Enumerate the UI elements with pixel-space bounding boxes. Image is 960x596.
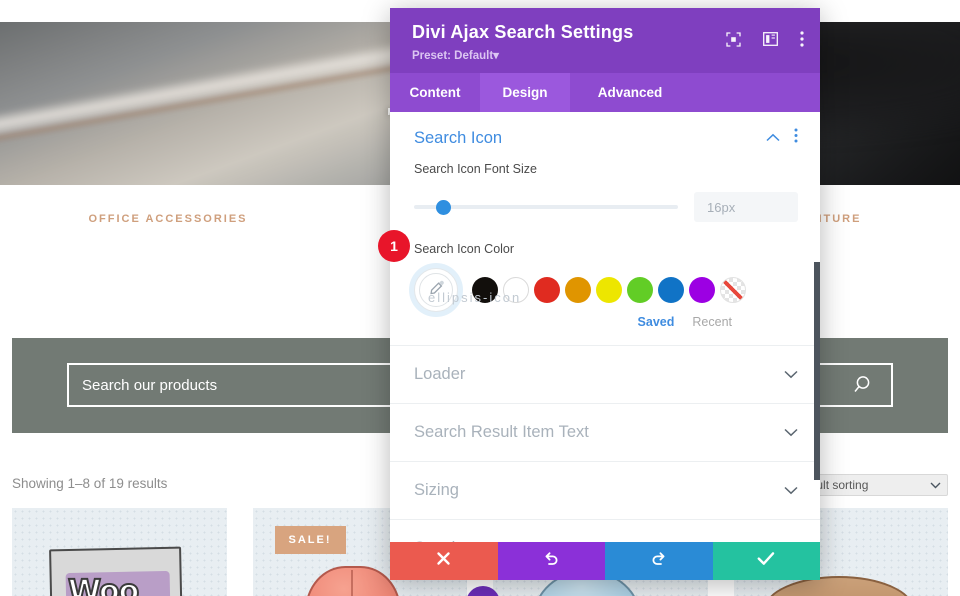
undo-icon (543, 550, 560, 572)
settings-panel-body: Search Icon (390, 112, 820, 542)
section-loader[interactable]: Loader (390, 345, 820, 403)
font-size-label: Search Icon Font Size (414, 162, 798, 176)
font-size-input[interactable]: 16px (694, 192, 798, 222)
chevron-down-icon[interactable] (784, 424, 798, 442)
font-size-control: 16px (414, 192, 798, 222)
slider-thumb[interactable] (436, 200, 451, 215)
screen: The Shop OFFICE ACCESSORIES OFFICE SUPPL… (0, 0, 960, 596)
kebab-menu-icon[interactable] (800, 31, 804, 47)
search-icon[interactable] (851, 374, 891, 396)
swatch-yellow[interactable] (596, 277, 622, 303)
tab-advanced[interactable]: Advanced (570, 73, 690, 112)
swatch-footer: Saved Recent (414, 315, 798, 329)
chevron-down-icon[interactable] (784, 482, 798, 500)
section-search-result-item-text[interactable]: Search Result Item Text (390, 403, 820, 461)
section-title: Sizing (414, 481, 459, 500)
section-header[interactable]: Search Icon (414, 128, 798, 162)
swatch-blue[interactable] (658, 277, 684, 303)
font-size-slider[interactable] (414, 205, 678, 209)
redo-button[interactable] (605, 542, 713, 580)
chevron-down-icon[interactable] (784, 366, 798, 384)
product-card[interactable]: Woo (12, 508, 227, 596)
check-icon (757, 551, 775, 571)
section-spacing[interactable]: Spacing (390, 519, 820, 542)
modal-tabs: Content Design Advanced (390, 73, 820, 112)
layout-view-icon[interactable] (763, 32, 778, 46)
preset-label: Preset: Default (412, 50, 493, 62)
chevron-down-icon (930, 478, 941, 492)
saved-colors-link[interactable]: Saved (638, 315, 675, 329)
kebab-menu-icon[interactable] (794, 128, 798, 148)
preset-selector[interactable]: Preset: Default▾ (412, 48, 802, 62)
section-tools (766, 128, 798, 148)
section-title: Search Result Item Text (414, 423, 589, 442)
sale-badge: SALE! (275, 526, 346, 554)
divi-settings-modal: Divi Ajax Search Settings Preset: Defaul… (390, 8, 820, 580)
section-title: Search Icon (414, 129, 502, 148)
swatch-green[interactable] (627, 277, 653, 303)
recent-colors-link[interactable]: Recent (692, 315, 732, 329)
color-label: Search Icon Color (414, 242, 798, 256)
chevron-down-icon[interactable] (784, 540, 798, 543)
save-button[interactable] (713, 542, 821, 580)
swatch-purple[interactable] (689, 277, 715, 303)
section-title: Spacing (414, 539, 474, 542)
preset-caret-icon: ▾ (493, 50, 499, 62)
close-icon (436, 551, 451, 571)
redo-icon (650, 550, 667, 572)
tab-content[interactable]: Content (390, 73, 480, 112)
chevron-up-icon[interactable] (766, 129, 780, 147)
swatch-transparent[interactable] (720, 277, 746, 303)
section-sizing[interactable]: Sizing (390, 461, 820, 519)
modal-header-actions (726, 31, 804, 47)
section-search-icon: Search Icon (390, 112, 820, 329)
step-badge: 1 (378, 230, 410, 262)
product-image-word: Woo (68, 574, 138, 596)
modal-header: Divi Ajax Search Settings Preset: Defaul… (390, 8, 820, 73)
panel-scrollbar[interactable] (814, 262, 820, 480)
undo-button[interactable] (498, 542, 606, 580)
section-title: Loader (414, 365, 465, 384)
category-link-accessories[interactable]: OFFICE ACCESSORIES (12, 213, 324, 225)
focus-icon[interactable] (726, 32, 741, 47)
swatch-orange[interactable] (565, 277, 591, 303)
modal-footer (390, 542, 820, 580)
discard-button[interactable] (390, 542, 498, 580)
swatch-red[interactable] (534, 277, 560, 303)
results-count: Showing 1–8 of 19 results (12, 476, 167, 491)
tab-design[interactable]: Design (480, 73, 570, 112)
